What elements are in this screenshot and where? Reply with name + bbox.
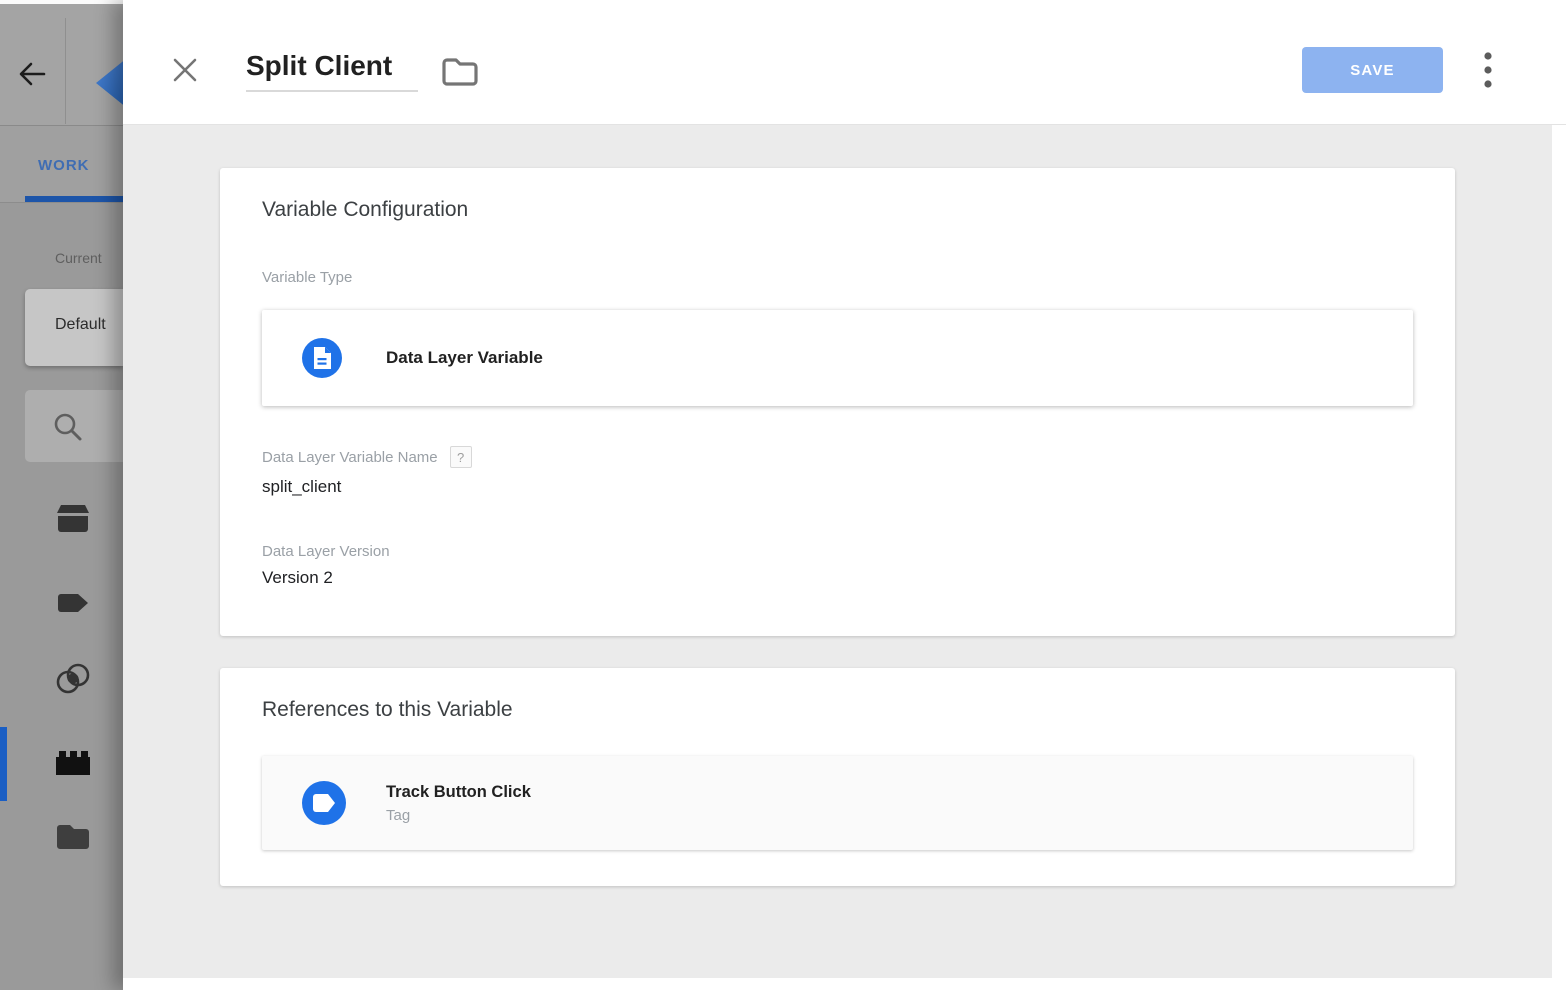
references-card: References to this Variable Track Button… xyxy=(220,668,1455,886)
overview-icon xyxy=(54,500,92,538)
variable-editor-panel: Split Client SAVE Variable Configuration… xyxy=(123,0,1566,990)
close-button[interactable] xyxy=(167,52,203,88)
triggers-icon xyxy=(54,660,92,698)
gtm-logo xyxy=(92,52,123,114)
reference-list-item[interactable]: Track Button Click Tag xyxy=(262,756,1413,850)
active-tab-indicator xyxy=(25,196,123,202)
workspace-name: Default xyxy=(55,316,106,334)
data-layer-version-label: Data Layer Version xyxy=(262,543,1455,560)
search-icon xyxy=(51,410,85,444)
data-layer-variable-name-label: Data Layer Variable Name xyxy=(262,449,438,466)
help-icon[interactable]: ? xyxy=(450,446,472,468)
variable-type-label: Variable Type xyxy=(262,269,1455,286)
folder-icon xyxy=(440,54,478,90)
back-arrow-icon xyxy=(15,57,49,91)
tags-icon xyxy=(54,584,92,622)
current-workspace-label: Current xyxy=(55,250,123,266)
dimmed-background: WORK Current Default xyxy=(0,0,123,990)
editor-header: Split Client SAVE xyxy=(123,0,1566,125)
workspace-selector: Default xyxy=(25,289,123,366)
active-nav-indicator xyxy=(0,727,7,801)
dimmed-tabbar: WORK xyxy=(0,126,123,203)
reference-type: Tag xyxy=(386,807,531,824)
variables-icon xyxy=(54,744,92,782)
data-layer-variable-name-value: split_client xyxy=(262,477,1455,497)
workspace-tab: WORK xyxy=(38,157,90,174)
variable-configuration-title: Variable Configuration xyxy=(262,198,1455,222)
more-options-button[interactable] xyxy=(1475,48,1501,92)
references-title: References to this Variable xyxy=(262,698,1455,722)
dimmed-topbar xyxy=(0,4,123,126)
close-icon xyxy=(171,56,199,84)
kebab-menu-icon xyxy=(1475,48,1501,92)
sidebar-search xyxy=(25,390,123,462)
variable-configuration-card: Variable Configuration Variable Type Dat… xyxy=(220,168,1455,636)
variable-title: Split Client xyxy=(246,50,392,81)
tag-icon xyxy=(302,781,346,825)
data-layer-variable-icon xyxy=(302,338,342,378)
reference-name: Track Button Click xyxy=(386,783,531,802)
variable-type-selector[interactable]: Data Layer Variable xyxy=(262,310,1413,406)
topbar-divider xyxy=(65,18,66,124)
move-to-folder-button[interactable] xyxy=(440,54,478,90)
data-layer-version-value: Version 2 xyxy=(262,568,1455,588)
editor-content: Variable Configuration Variable Type Dat… xyxy=(123,125,1552,978)
variable-type-name: Data Layer Variable xyxy=(386,348,543,368)
save-button[interactable]: SAVE xyxy=(1302,47,1443,93)
folders-icon xyxy=(54,818,92,856)
variable-title-field[interactable]: Split Client xyxy=(246,50,418,92)
